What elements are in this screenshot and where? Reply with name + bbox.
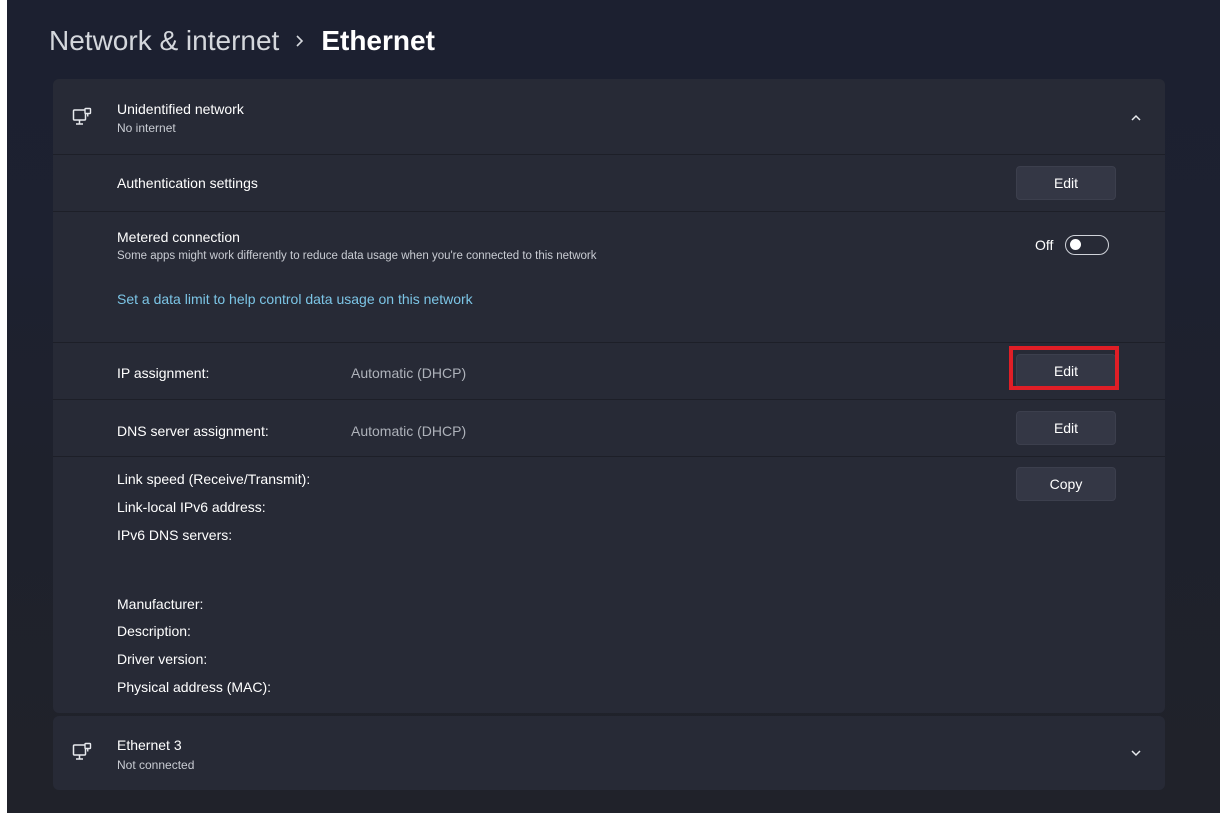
metered-toggle-group: Off [1035,235,1110,255]
network-card-ethernet-3[interactable]: Ethernet 3 Not connected [53,716,1165,790]
ipv6-dns-label: IPv6 DNS servers: [117,527,233,543]
ethernet3-status: Not connected [117,758,195,772]
authentication-settings-row: Authentication settings Edit [53,154,1165,211]
ip-assignment-edit-button[interactable]: Edit [1016,354,1116,388]
dns-assignment-row: DNS server assignment: Automatic (DHCP) … [53,399,1165,456]
ethernet-icon [72,107,92,125]
breadcrumb: Network & internet Ethernet [49,21,435,61]
authentication-edit-button[interactable]: Edit [1016,166,1116,200]
chevron-up-icon[interactable] [1130,112,1142,124]
ip-assignment-value: Automatic (DHCP) [351,365,467,381]
data-limit-link[interactable]: Set a data limit to help control data us… [117,291,473,307]
network-card-unidentified: Unidentified network No internet Authent… [53,79,1165,713]
metered-connection-description: Some apps might work differently to redu… [117,250,597,262]
network-status: No internet [117,121,176,135]
description-label: Description: [117,623,191,639]
chevron-down-icon[interactable] [1130,747,1142,759]
ethernet3-name: Ethernet 3 [117,737,182,753]
dns-assignment-edit-button[interactable]: Edit [1016,411,1116,445]
breadcrumb-network-internet[interactable]: Network & internet [49,25,279,57]
mac-address-label: Physical address (MAC): [117,679,272,695]
link-speed-label: Link speed (Receive/Transmit): [117,471,311,487]
page-title: Ethernet [321,25,435,56]
link-local-ipv6-label: Link-local IPv6 address: [117,499,266,515]
manufacturer-label: Manufacturer: [117,596,204,612]
ethernet-icon [72,742,92,760]
network-header-row[interactable]: Unidentified network No internet [53,79,1165,154]
ip-assignment-row: IP assignment: Automatic (DHCP) Edit [53,342,1165,399]
metered-connection-label: Metered connection [117,229,240,245]
copy-button[interactable]: Copy [1016,467,1116,501]
chevron-right-icon [293,34,307,48]
metered-connection-toggle[interactable] [1065,235,1110,255]
dns-assignment-label: DNS server assignment: [117,423,269,439]
properties-row: Link speed (Receive/Transmit): Link-loca… [53,456,1165,713]
metered-toggle-label: Off [1035,237,1054,253]
metered-connection-row: Metered connection Some apps might work … [53,211,1165,342]
network-name: Unidentified network [117,101,244,117]
authentication-settings-label: Authentication settings [117,175,258,191]
toggle-knob [1070,239,1082,250]
settings-window: Network & internet Ethernet Unidentified… [7,0,1220,813]
ip-assignment-label: IP assignment: [117,365,210,381]
dns-assignment-value: Automatic (DHCP) [351,423,467,439]
driver-version-label: Driver version: [117,651,208,667]
